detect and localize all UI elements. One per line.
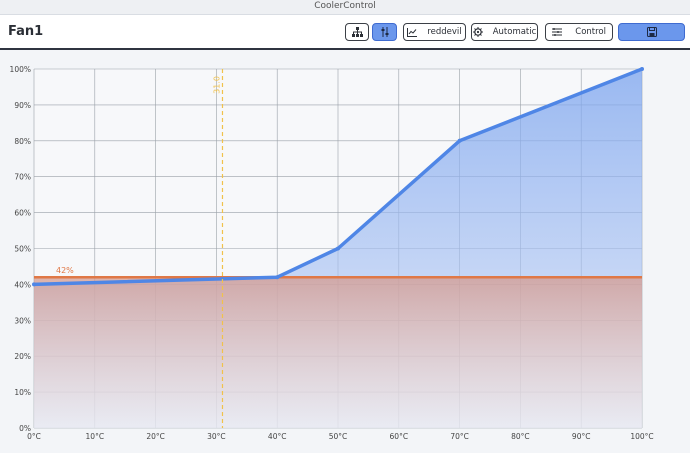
page-title: Fan1: [8, 24, 44, 39]
x-tick-label: 50°C: [329, 432, 348, 441]
profile-point: [457, 138, 462, 143]
device-label: reddevil: [427, 27, 462, 37]
gear-icon: [472, 27, 483, 37]
settings-toggle-button[interactable]: [372, 23, 397, 41]
mode-select-button[interactable]: Automatic: [471, 23, 538, 41]
chart-line-icon: [407, 27, 418, 37]
fan-curve-chart: 0°C 10°C 20°C 30°C 40°C 50°C 60°C 70°C 80°C 90°C 1…: [0, 50, 690, 449]
tree-view-button[interactable]: [345, 23, 369, 41]
duty-area: [34, 277, 642, 428]
y-tick-label: 60%: [14, 209, 31, 218]
list-icon: [552, 28, 562, 36]
x-tick-label: 70°C: [450, 432, 469, 441]
function-label: Control: [575, 27, 606, 37]
device-select-button[interactable]: reddevil: [403, 23, 466, 41]
window-title: CoolerControl: [314, 1, 376, 11]
x-tick-label: 10°C: [86, 432, 105, 441]
y-tick-label: 10%: [14, 388, 31, 397]
y-tick-label: 40%: [14, 280, 31, 289]
sliders-icon: [380, 27, 390, 37]
y-tick-label: 90%: [14, 101, 31, 110]
profile-point: [640, 67, 644, 71]
x-tick-label: 40°C: [268, 432, 287, 441]
function-select-button[interactable]: Control: [545, 23, 613, 41]
temp-marker-label: 31.0: [212, 76, 221, 94]
y-tick-label: 70%: [14, 173, 31, 182]
fan-curve-svg: 0°C 10°C 20°C 30°C 40°C 50°C 60°C 70°C 80°C 90°C 1…: [10, 65, 654, 441]
x-tick-label: 30°C: [207, 432, 226, 441]
x-tick-label: 60°C: [390, 432, 409, 441]
y-tick-label: 80%: [14, 137, 31, 146]
y-tick-label: 50%: [14, 245, 31, 254]
mode-label: Automatic: [492, 27, 537, 37]
y-tick-label: 100%: [10, 65, 31, 74]
y-tick-label: 20%: [14, 352, 31, 361]
save-icon: [646, 27, 657, 37]
y-tick-label: 0%: [19, 424, 31, 433]
x-tick-label: 100°C: [630, 432, 653, 441]
x-tick-label: 0°C: [27, 432, 41, 441]
x-tick-label: 20°C: [146, 432, 165, 441]
x-tick-label: 90°C: [572, 432, 591, 441]
profile-point: [275, 275, 280, 280]
window-titlebar: CoolerControl: [0, 0, 690, 15]
duty-label: 42%: [56, 266, 74, 275]
y-tick-label: 30%: [14, 316, 31, 325]
profile-point: [336, 246, 340, 251]
save-button[interactable]: [618, 23, 685, 41]
sitemap-icon: [351, 27, 363, 37]
header-bar: Fan1 reddevil Automatic Control: [0, 15, 690, 50]
x-tick-label: 80°C: [511, 432, 530, 441]
profile-point: [32, 282, 36, 287]
